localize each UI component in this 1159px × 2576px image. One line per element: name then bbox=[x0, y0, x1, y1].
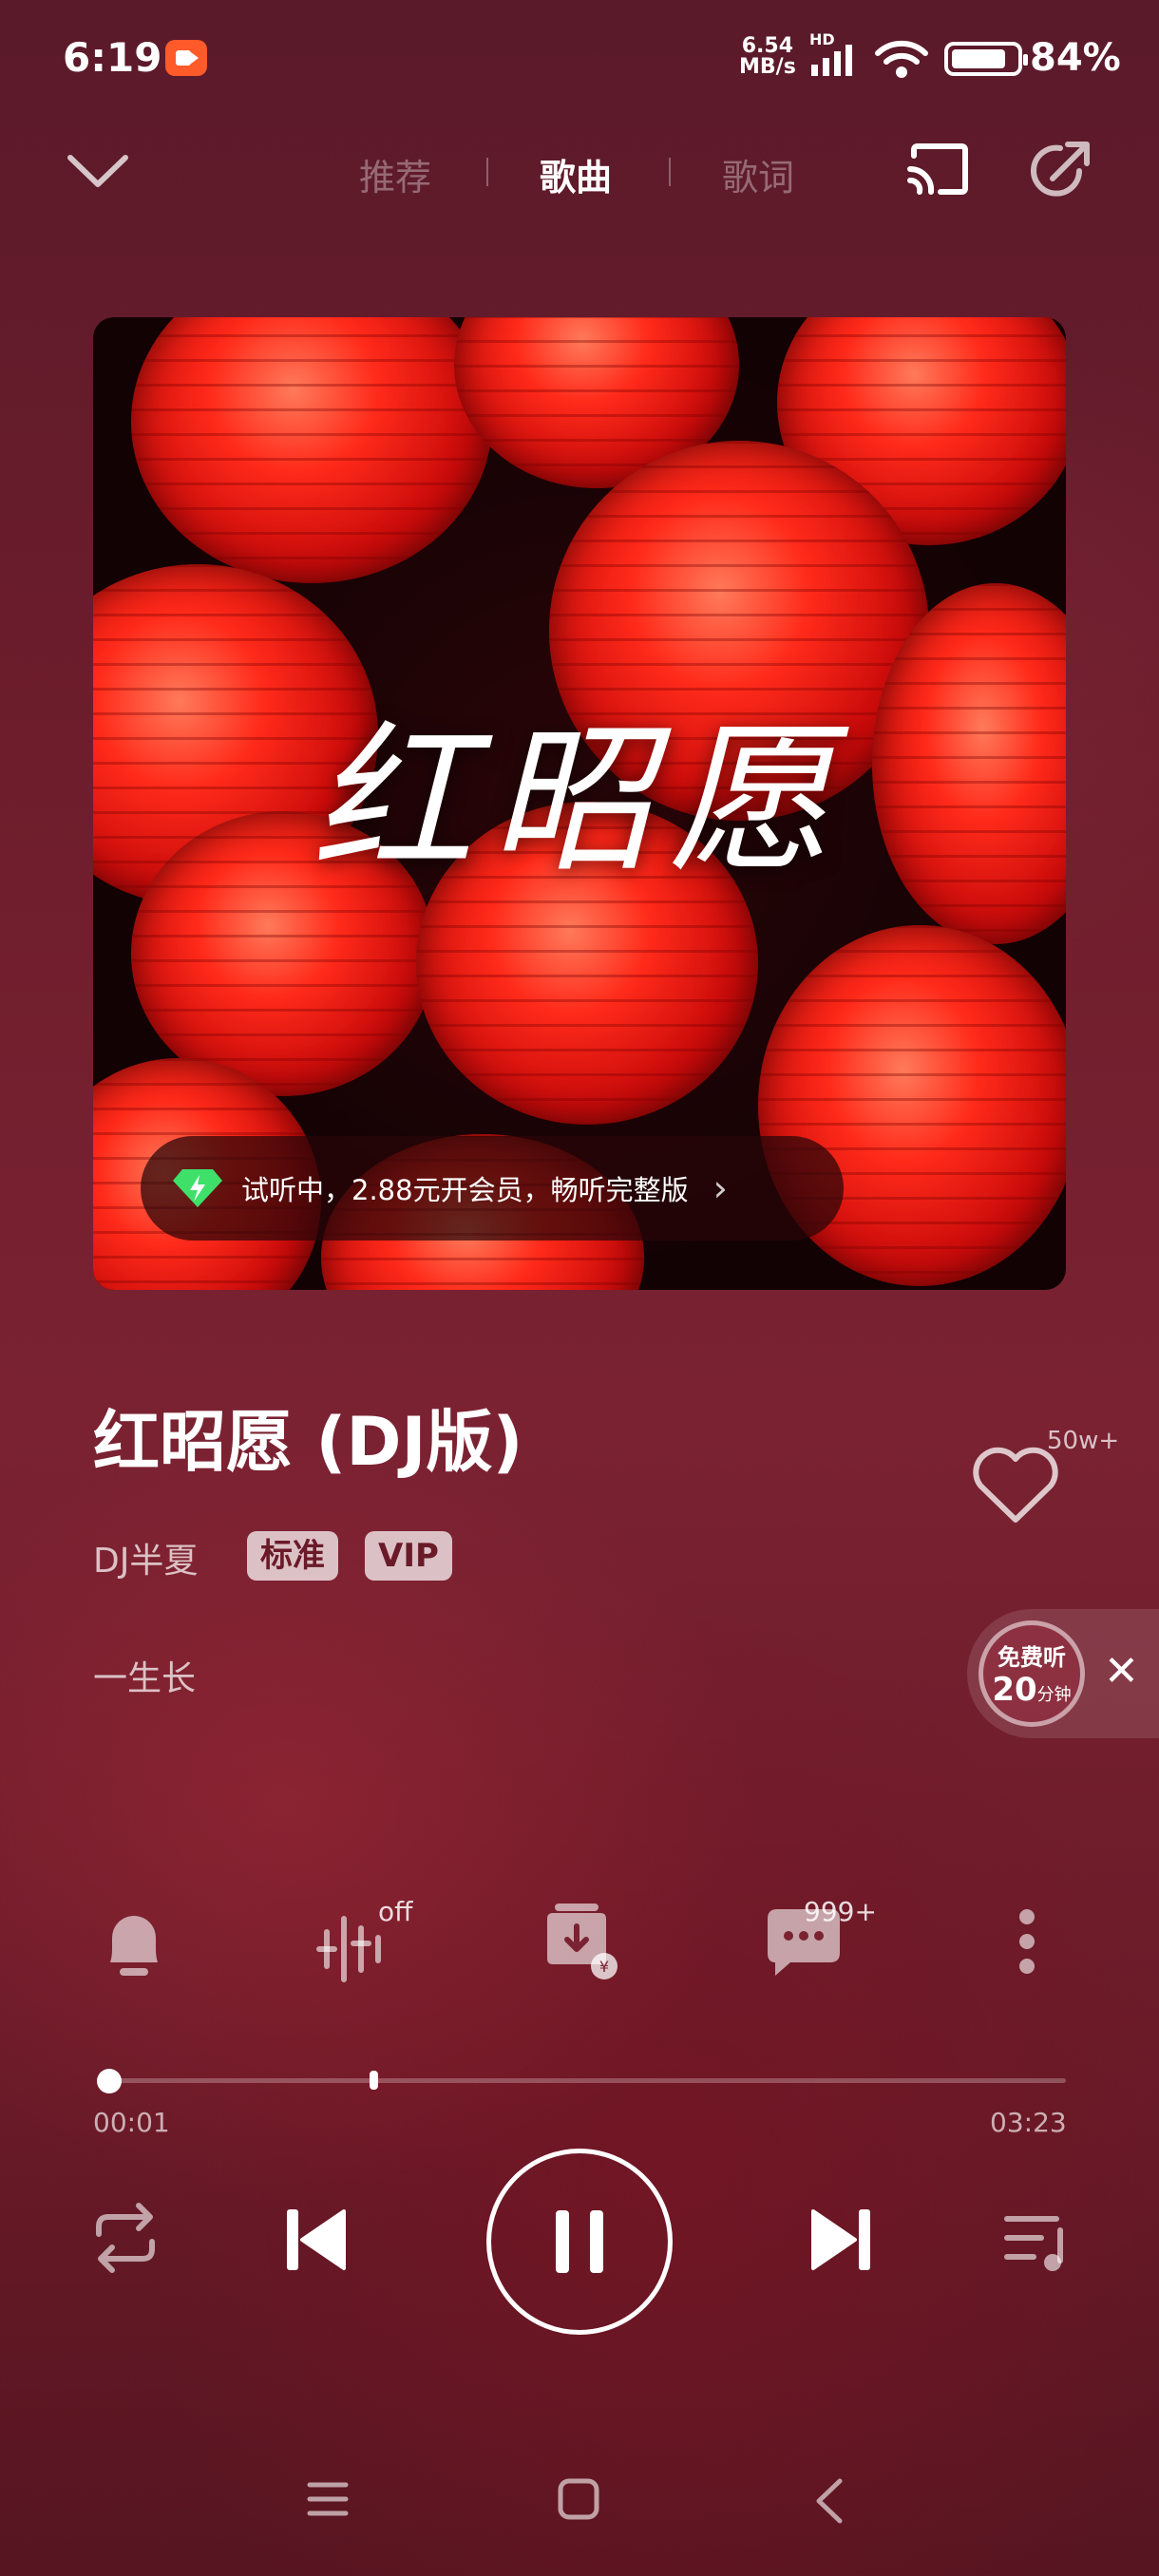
sound-effect-status: off bbox=[378, 1896, 413, 1927]
song-title: 红昭愿 (DJ版) bbox=[93, 1403, 523, 1481]
lantern-decoration bbox=[131, 317, 492, 583]
tab-song[interactable]: 歌曲 bbox=[540, 148, 612, 200]
comment-count: 999+ bbox=[804, 1896, 877, 1927]
song-subtitle: 一生长 bbox=[93, 1659, 197, 1698]
menu-nav-icon[interactable] bbox=[306, 2477, 350, 2521]
tab-divider bbox=[486, 158, 488, 186]
network-speed: 6.54 MB/s bbox=[739, 36, 796, 78]
free-listen-minutes: 20分钟 bbox=[983, 1672, 1080, 1714]
chevron-right-icon: › bbox=[712, 1167, 728, 1209]
close-icon[interactable]: ✕ bbox=[1104, 1647, 1139, 1695]
network-speed-unit: MB/s bbox=[739, 55, 796, 79]
home-nav-icon[interactable] bbox=[557, 2477, 600, 2521]
share-icon[interactable] bbox=[1024, 137, 1094, 207]
next-track-icon[interactable] bbox=[809, 2206, 872, 2274]
buffer-marker bbox=[370, 2071, 379, 2090]
album-cover-title: 红昭愿 bbox=[311, 707, 847, 895]
previous-track-icon[interactable] bbox=[285, 2206, 348, 2274]
download-icon[interactable]: ¥ bbox=[536, 1900, 621, 1985]
back-nav-icon[interactable] bbox=[811, 2477, 849, 2525]
more-icon[interactable] bbox=[984, 1900, 1070, 1985]
playlist-icon[interactable] bbox=[1003, 2211, 1072, 2272]
current-time: 00:01 bbox=[93, 2107, 170, 2138]
network-speed-value: 6.54 bbox=[741, 34, 794, 58]
free-listen-label: 免费听 bbox=[998, 1644, 1066, 1671]
battery-percent: 84% bbox=[1030, 36, 1121, 80]
battery-icon bbox=[944, 42, 1028, 76]
like-count: 50w+ bbox=[1047, 1427, 1120, 1455]
pause-button[interactable] bbox=[486, 2149, 673, 2335]
diamond-icon bbox=[173, 1169, 222, 1207]
vip-trial-banner[interactable]: 试听中，2.88元开会员，畅听完整版 › bbox=[141, 1136, 844, 1241]
cast-icon[interactable] bbox=[906, 142, 969, 198]
bell-icon[interactable] bbox=[91, 1900, 177, 1985]
screen-record-icon bbox=[165, 40, 207, 76]
tab-divider bbox=[669, 158, 671, 186]
svg-text:¥: ¥ bbox=[599, 1958, 609, 1976]
free-listen-unit: 分钟 bbox=[1036, 1685, 1072, 1705]
free-listen-button[interactable]: 免费听 20分钟 bbox=[978, 1620, 1085, 1727]
repeat-icon[interactable] bbox=[89, 2200, 162, 2276]
total-time: 03:23 bbox=[990, 2107, 1067, 2138]
artist-name[interactable]: DJ半夏 bbox=[93, 1533, 198, 1582]
vip-trial-text: 试听中，2.88元开会员，畅听完整版 bbox=[241, 1174, 689, 1206]
progress-knob[interactable] bbox=[97, 2069, 123, 2093]
quality-badge[interactable]: 标准 bbox=[247, 1531, 338, 1581]
collapse-chevron-icon[interactable] bbox=[65, 150, 131, 192]
album-cover[interactable]: 红昭愿 试听中，2.88元开会员，畅听完整版 › bbox=[93, 317, 1066, 1290]
signal-icon bbox=[811, 45, 852, 76]
tab-recommend[interactable]: 推荐 bbox=[359, 148, 431, 200]
vip-badge[interactable]: VIP bbox=[365, 1531, 452, 1581]
free-listen-minutes-value: 20 bbox=[992, 1671, 1037, 1709]
wifi-icon bbox=[875, 40, 928, 78]
tab-lyrics[interactable]: 歌词 bbox=[722, 148, 794, 200]
status-time: 6:19 bbox=[63, 34, 162, 81]
progress-track[interactable] bbox=[104, 2078, 1066, 2083]
